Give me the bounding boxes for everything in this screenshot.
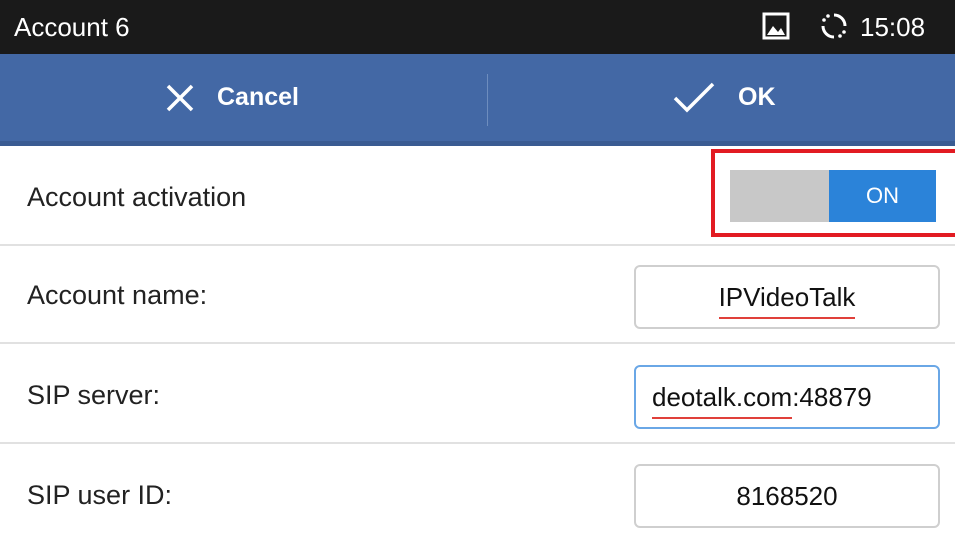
ok-button[interactable]: OK [672, 54, 776, 141]
account-activation-toggle[interactable]: ON [730, 170, 936, 222]
sip-server-value-prefix: deotalk.com [652, 381, 793, 419]
sip-user-id-label: SIP user ID: [27, 480, 173, 510]
sip-server-value-suffix: :48879 [792, 381, 872, 412]
account-name-field[interactable]: IPVideoTalk [634, 265, 940, 329]
sip-server-label: SIP server: [27, 380, 161, 410]
toggle-on-label: ON [829, 170, 936, 222]
action-divider [487, 74, 488, 126]
status-bar: Account 6 15:08 [0, 0, 955, 54]
sip-user-id-value: 8168520 [736, 480, 838, 511]
cancel-button[interactable]: Cancel [165, 54, 299, 141]
sip-user-id-field[interactable]: 8168520 [634, 464, 940, 528]
picture-icon [762, 12, 790, 40]
account-activation-label: Account activation [27, 182, 247, 212]
clock-time: 15:08 [860, 12, 926, 42]
window-title: Account 6 [14, 12, 130, 42]
account-name-label: Account name: [27, 280, 208, 310]
cancel-label: Cancel [217, 83, 299, 111]
account-name-value: IPVideoTalk [718, 281, 856, 319]
sip-server-field[interactable]: deotalk.com:48879 [634, 365, 940, 429]
checkmark-icon [673, 82, 715, 112]
sync-icon [820, 12, 848, 40]
ok-label: OK [738, 83, 776, 111]
close-icon [166, 84, 194, 111]
action-bar: Cancel OK [0, 54, 955, 146]
